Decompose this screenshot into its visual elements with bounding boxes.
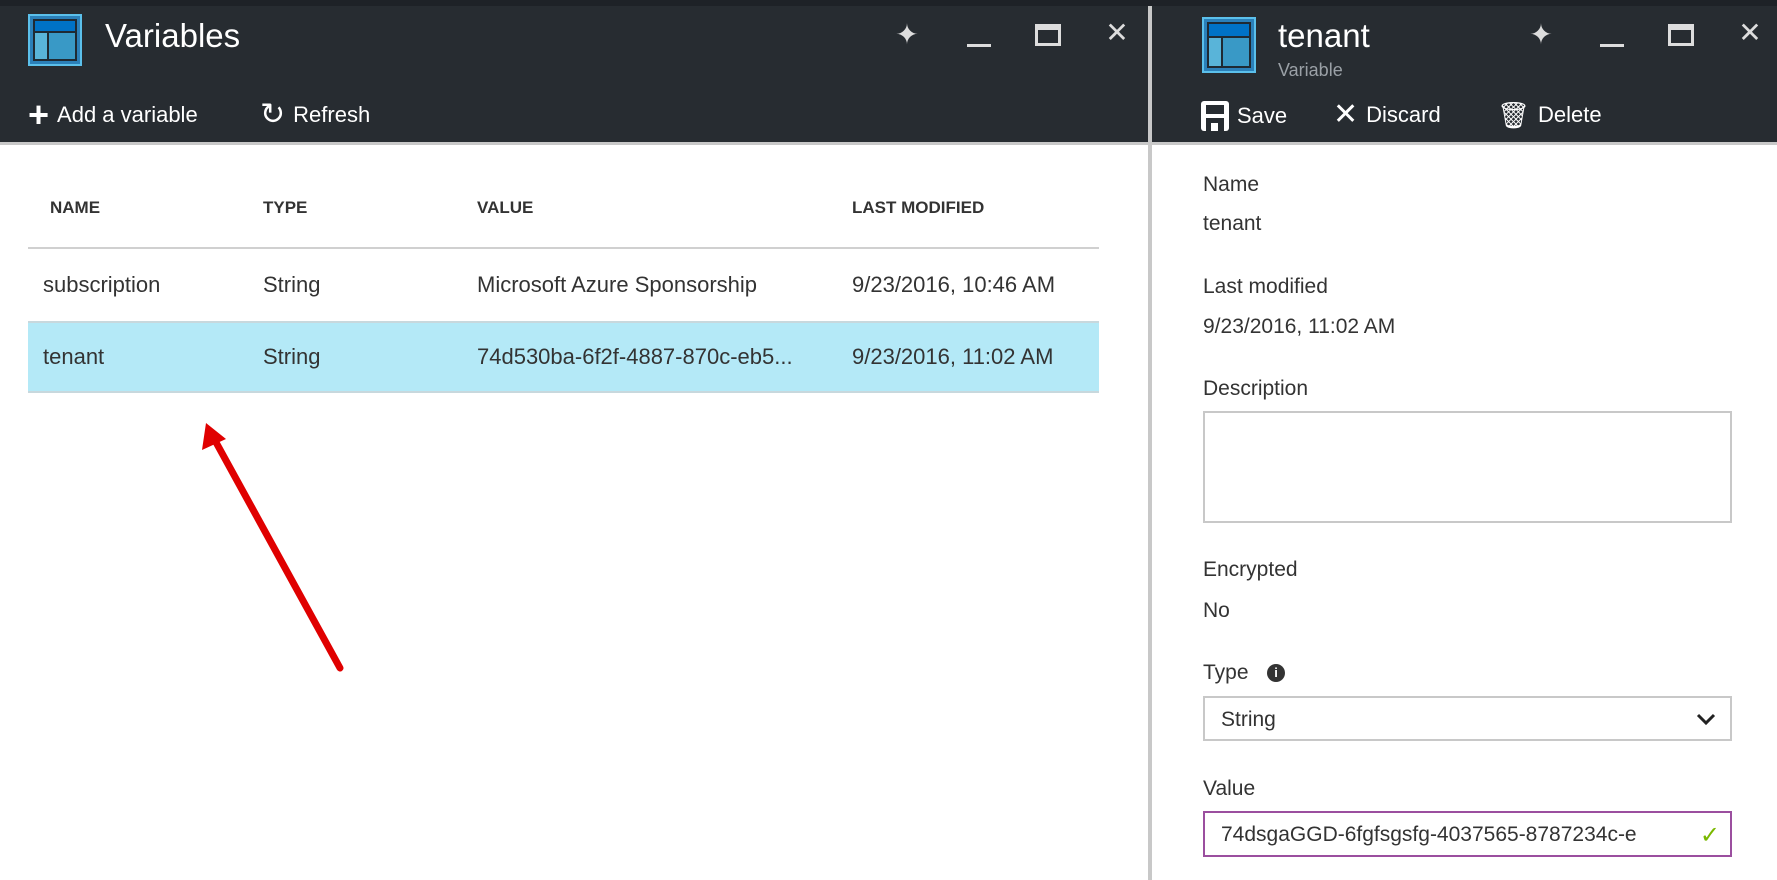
blade-title: Variables xyxy=(105,17,241,54)
trash-icon: 🗑 xyxy=(1497,100,1531,130)
column-header-type[interactable]: TYPE xyxy=(263,198,307,218)
cell-type: String xyxy=(263,344,321,369)
refresh-label: Refresh xyxy=(293,102,371,127)
maximize-icon[interactable] xyxy=(1035,24,1061,46)
close-icon[interactable]: ✕ xyxy=(1735,16,1765,49)
table-row-selected[interactable]: tenant String 74d530ba-6f2f-4887-870c-eb… xyxy=(28,321,1099,393)
last-modified-value: 9/23/2016, 11:02 AM xyxy=(1203,315,1396,338)
blade-icon xyxy=(28,14,82,66)
name-label: Name xyxy=(1203,173,1260,196)
minimize-icon[interactable] xyxy=(1600,44,1624,47)
cell-value: 74d530ba-6f2f-4887-870c-eb5... xyxy=(477,344,793,369)
value-label: Value xyxy=(1203,777,1256,800)
add-variable-button[interactable]: + Add a variable xyxy=(28,94,198,135)
blade-title: tenant xyxy=(1278,17,1370,54)
cell-type: String xyxy=(263,272,321,297)
save-icon xyxy=(1201,101,1229,131)
description-textarea[interactable] xyxy=(1203,411,1732,523)
pin-icon[interactable]: ✦ xyxy=(892,18,922,51)
delete-button[interactable]: 🗑 Delete xyxy=(1497,101,1602,129)
column-header-value[interactable]: VALUE xyxy=(477,198,533,218)
refresh-icon: ↻ xyxy=(260,98,286,131)
cell-name: tenant xyxy=(43,344,105,369)
cell-value: Microsoft Azure Sponsorship xyxy=(477,272,758,297)
value-input[interactable]: 74dsgaGGD-6fgfsgsfg-4037565-8787234c-e ✓ xyxy=(1203,811,1732,857)
value-input-text: 74dsgaGGD-6fgfsgsfg-4037565-8787234c-e xyxy=(1221,823,1637,846)
discard-button[interactable]: ✕ Discard xyxy=(1333,98,1441,131)
discard-icon: ✕ xyxy=(1333,98,1359,131)
pin-icon[interactable]: ✦ xyxy=(1526,18,1556,51)
cell-modified: 9/23/2016, 10:46 AM xyxy=(852,272,1056,297)
column-header-name[interactable]: NAME xyxy=(50,198,100,218)
name-value: tenant xyxy=(1203,212,1262,235)
save-button[interactable]: Save xyxy=(1201,101,1287,131)
cell-modified: 9/23/2016, 11:02 AM xyxy=(852,344,1054,369)
plus-icon: + xyxy=(28,94,50,135)
info-icon[interactable]: i xyxy=(1267,664,1285,682)
chevron-down-icon xyxy=(1696,713,1716,726)
encrypted-label: Encrypted xyxy=(1203,558,1298,581)
valid-check-icon: ✓ xyxy=(1699,822,1720,849)
column-header-last-modified[interactable]: LAST MODIFIED xyxy=(852,198,984,218)
discard-label: Discard xyxy=(1366,102,1441,127)
blade-icon xyxy=(1202,17,1256,73)
cell-name: subscription xyxy=(43,272,161,297)
last-modified-label: Last modified xyxy=(1203,275,1328,298)
type-select[interactable]: String xyxy=(1203,696,1732,741)
type-label: Type xyxy=(1203,661,1249,684)
description-label: Description xyxy=(1203,377,1309,400)
table-row[interactable]: subscription String Microsoft Azure Spon… xyxy=(28,249,1099,321)
close-icon[interactable]: ✕ xyxy=(1102,16,1132,49)
refresh-button[interactable]: ↻ Refresh xyxy=(260,98,371,131)
blade-subtitle: Variable xyxy=(1278,60,1343,80)
encrypted-value: No xyxy=(1203,599,1230,622)
red-arrow-annotation xyxy=(202,423,344,672)
maximize-icon[interactable] xyxy=(1668,24,1694,46)
save-label: Save xyxy=(1237,103,1288,128)
minimize-icon[interactable] xyxy=(967,44,991,47)
type-select-value: String xyxy=(1221,708,1276,731)
delete-label: Delete xyxy=(1538,102,1602,127)
add-variable-label: Add a variable xyxy=(57,102,198,127)
